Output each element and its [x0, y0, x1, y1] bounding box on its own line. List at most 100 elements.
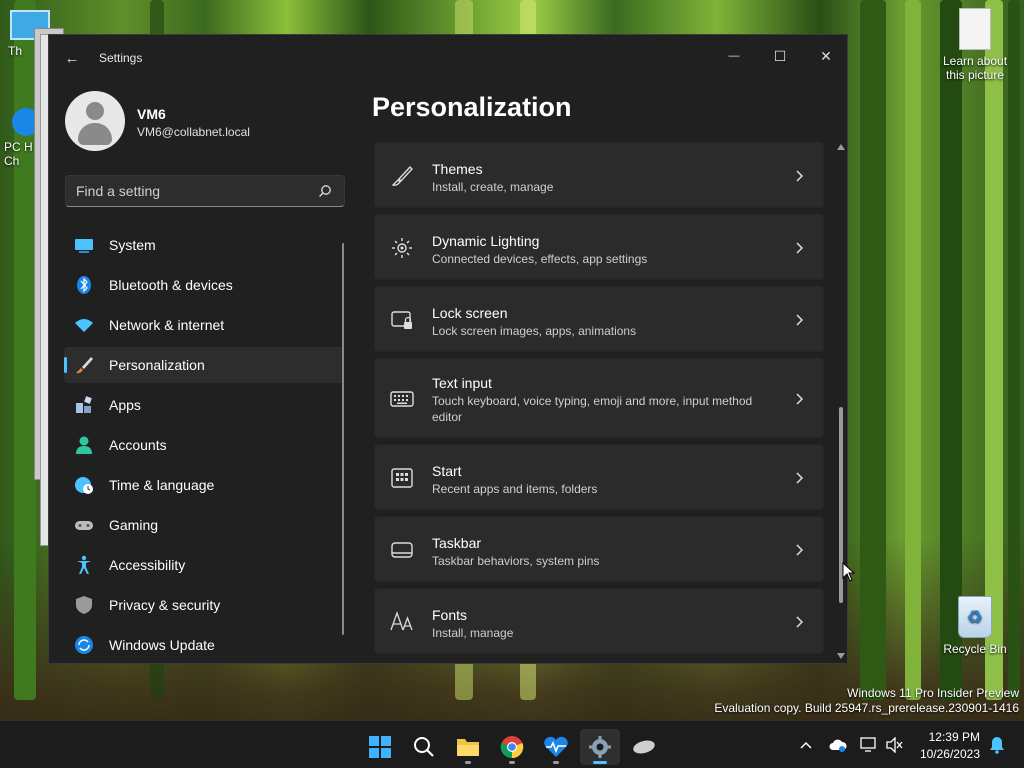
desktop-icon-recycle-bin[interactable]: ♻ Recycle Bin: [936, 596, 1014, 656]
gamepad-icon: [75, 521, 93, 530]
card-description: Touch keyboard, voice typing, emoji and …: [432, 394, 753, 424]
sidebar-item-label: Time & language: [109, 477, 215, 493]
window-title: Settings: [99, 51, 143, 65]
active-indicator: [593, 761, 607, 764]
network-display-icon[interactable]: [860, 736, 878, 754]
sidebar-item-label: Gaming: [109, 517, 159, 533]
sidebar-item-personalization[interactable]: Personalization: [64, 347, 344, 383]
taskbar-icon: [391, 542, 413, 558]
sidebar-item-label: Personalization: [109, 357, 205, 373]
desktop-icon-learn-about-picture[interactable]: Learn about this picture: [934, 8, 1016, 82]
minimize-button[interactable]: —: [711, 41, 757, 71]
card-fonts[interactable]: Fonts Install, manage: [374, 588, 824, 654]
chevron-right-icon: [796, 242, 804, 254]
chevron-right-icon: [796, 314, 804, 326]
card-themes[interactable]: Themes Install, create, manage: [374, 142, 824, 208]
file-explorer-button[interactable]: [448, 729, 488, 765]
maximize-icon: ☐: [773, 47, 787, 64]
running-indicator: [465, 761, 471, 764]
show-hidden-icons-chevron-up-icon[interactable]: [797, 736, 815, 754]
mouse-cursor-icon: [842, 562, 856, 582]
search-box[interactable]: [65, 175, 345, 207]
sidebar-item-bluetooth[interactable]: Bluetooth & devices: [64, 267, 344, 303]
start-button[interactable]: [360, 729, 400, 765]
chevron-right-icon: [796, 472, 804, 484]
sidebar-item-time-language[interactable]: Time & language: [64, 467, 344, 503]
search-input[interactable]: [76, 183, 306, 199]
minimize-icon: —: [728, 50, 740, 62]
back-button[interactable]: ←: [61, 47, 83, 69]
settings-gear-icon: [589, 736, 611, 758]
running-indicator: [553, 761, 559, 764]
chevron-right-icon: [796, 616, 804, 628]
card-title: Dynamic Lighting: [432, 233, 540, 249]
sidebar-item-apps[interactable]: Apps: [64, 387, 344, 423]
folder-icon: [457, 739, 479, 756]
sidebar-item-accessibility[interactable]: Accessibility: [64, 547, 344, 583]
search-icon: [414, 737, 434, 757]
card-lock-screen[interactable]: Lock screen Lock screen images, apps, an…: [374, 286, 824, 352]
sidebar-item-label: Bluetooth & devices: [109, 277, 233, 293]
title-bar[interactable]: ← Settings — ☐ ✕: [49, 35, 847, 81]
sidebar-item-accounts[interactable]: Accounts: [64, 427, 344, 463]
sidebar-item-label: Windows Update: [109, 637, 215, 653]
card-title: Start: [432, 463, 462, 479]
user-email: VM6@collabnet.local: [137, 125, 250, 139]
chrome-button[interactable]: [492, 729, 532, 765]
chevron-right-icon: [796, 393, 804, 405]
recycle-bin-icon: ♻: [958, 596, 992, 638]
clock-date: 10/26/2023: [919, 747, 980, 761]
close-button[interactable]: ✕: [803, 41, 847, 71]
dynamic-lighting-icon: [392, 238, 412, 258]
settings-button[interactable]: [580, 729, 620, 765]
sidebar-item-network[interactable]: Network & internet: [64, 307, 344, 343]
card-start[interactable]: Start Recent apps and items, folders: [374, 444, 824, 510]
apps-icon: [76, 396, 92, 413]
settings-window: ← Settings — ☐ ✕ VM6 VM6@collabnet.local…: [48, 34, 848, 664]
sidebar-item-label: System: [109, 237, 156, 253]
start-icon: [391, 468, 413, 488]
volume-muted-icon[interactable]: [886, 736, 904, 754]
sidebar-item-label: Accounts: [109, 437, 167, 453]
sidebar-item-label: Apps: [109, 397, 141, 413]
card-title: Fonts: [432, 607, 468, 623]
sidebar-item-windows-update[interactable]: Windows Update: [64, 627, 344, 663]
card-description: Install, create, manage: [432, 180, 554, 194]
chevron-right-icon: [796, 544, 804, 556]
card-dynamic-lighting[interactable]: Dynamic Lighting Connected devices, effe…: [374, 214, 824, 280]
mouse-app-button[interactable]: [624, 729, 664, 765]
watermark-build: Evaluation copy. Build 25947.rs_prerelea…: [714, 701, 1019, 715]
health-monitor-button[interactable]: [536, 729, 576, 765]
sidebar-scrollbar[interactable]: [342, 243, 344, 635]
keyboard-icon: [390, 391, 414, 407]
lock-screen-icon: [391, 311, 412, 329]
scroll-up-arrow-icon[interactable]: [837, 143, 845, 151]
card-description: Recent apps and items, folders: [432, 482, 598, 496]
desktop-icon-label: Learn about this picture: [942, 54, 1008, 82]
sidebar-item-privacy-security[interactable]: Privacy & security: [64, 587, 344, 623]
update-icon: [75, 636, 93, 654]
card-description: Connected devices, effects, app settings: [432, 252, 648, 266]
windows-watermark: Windows 11 Pro Insider Preview Evaluatio…: [714, 686, 1019, 716]
search-button[interactable]: [404, 729, 444, 765]
running-indicator: [509, 761, 515, 764]
card-taskbar[interactable]: Taskbar Taskbar behaviors, system pins: [374, 516, 824, 582]
maximize-button[interactable]: ☐: [757, 41, 803, 71]
card-text-input[interactable]: Text input Touch keyboard, voice typing,…: [374, 358, 824, 438]
avatar[interactable]: [65, 91, 125, 151]
heartbeat-icon: [544, 736, 568, 757]
page-title: Personalization: [372, 92, 572, 122]
selected-indicator: [64, 357, 67, 373]
clock[interactable]: 12:39 PM 10/26/2023: [920, 729, 980, 763]
onedrive-cloud-icon[interactable]: [829, 736, 847, 754]
sidebar-item-label: Privacy & security: [109, 597, 221, 613]
scroll-down-arrow-icon[interactable]: [837, 652, 845, 660]
card-title: Lock screen: [432, 305, 508, 321]
notification-bell-icon[interactable]: [988, 736, 1006, 754]
bluetooth-icon: [77, 276, 91, 294]
sidebar-item-system[interactable]: System: [64, 227, 344, 263]
avatar-head: [86, 102, 104, 120]
card-description: Lock screen images, apps, animations: [432, 324, 637, 338]
sidebar-item-gaming[interactable]: Gaming: [64, 507, 344, 543]
close-icon: ✕: [820, 47, 832, 64]
